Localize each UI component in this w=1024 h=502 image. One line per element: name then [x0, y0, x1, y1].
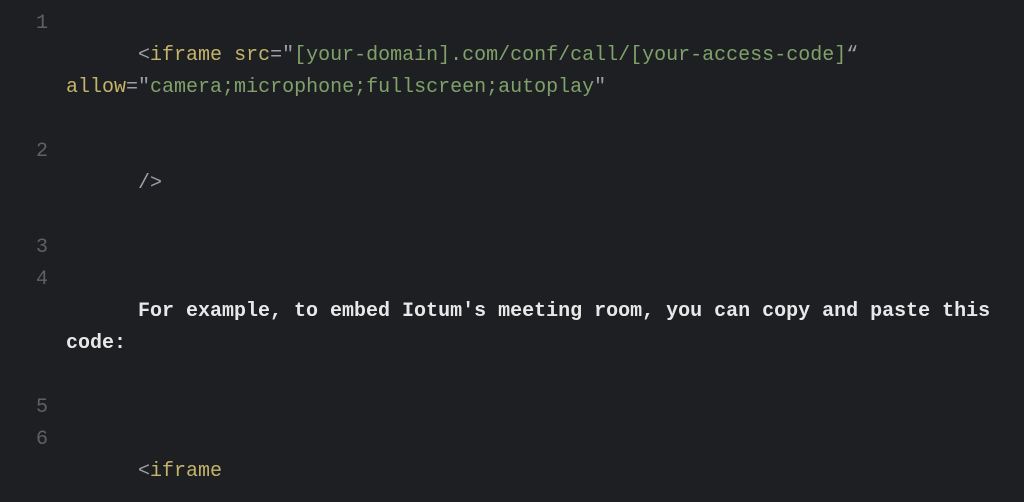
angle-open-icon: < — [138, 460, 150, 483]
code-editor[interactable]: 1 <iframe src="[your-domain].com/conf/ca… — [0, 0, 1024, 502]
quote-icon: “ — [846, 44, 858, 67]
quote-icon: " — [138, 76, 150, 99]
angle-close-icon: > — [150, 172, 162, 195]
code-line[interactable]: 2 /> — [0, 136, 1024, 232]
quote-icon: " — [594, 76, 606, 99]
line-number: 5 — [0, 392, 66, 424]
code-line[interactable]: 3 — [0, 232, 1024, 264]
tag-name: iframe — [150, 44, 222, 67]
line-number: 6 — [0, 424, 66, 456]
attr-name: allow — [66, 76, 126, 99]
line-number: 4 — [0, 264, 66, 296]
tag-name: iframe — [150, 460, 222, 483]
code-content[interactable]: <iframe — [66, 424, 1024, 502]
code-line[interactable]: 5 — [0, 392, 1024, 424]
quote-icon: " — [282, 44, 294, 67]
attr-name: src — [234, 44, 270, 67]
line-number: 2 — [0, 136, 66, 168]
attr-value: [your-domain].com/conf/call/[your-access… — [294, 44, 846, 67]
code-line[interactable]: 6 <iframe — [0, 424, 1024, 502]
angle-open-icon: < — [138, 44, 150, 67]
code-line[interactable]: 1 <iframe src="[your-domain].com/conf/ca… — [0, 8, 1024, 136]
code-content[interactable]: For example, to embed Iotum's meeting ro… — [66, 264, 1024, 392]
code-line[interactable]: 4 For example, to embed Iotum's meeting … — [0, 264, 1024, 392]
line-number: 3 — [0, 232, 66, 264]
line-number: 1 — [0, 8, 66, 40]
equals-icon: = — [126, 76, 138, 99]
self-close-icon: / — [138, 172, 150, 195]
code-content[interactable]: /> — [66, 136, 1024, 232]
attr-value: camera;microphone;fullscreen;autoplay — [150, 76, 594, 99]
code-content[interactable]: <iframe src="[your-domain].com/conf/call… — [66, 8, 1024, 136]
prose-text: For example, to embed Iotum's meeting ro… — [66, 300, 1002, 355]
equals-icon: = — [270, 44, 282, 67]
